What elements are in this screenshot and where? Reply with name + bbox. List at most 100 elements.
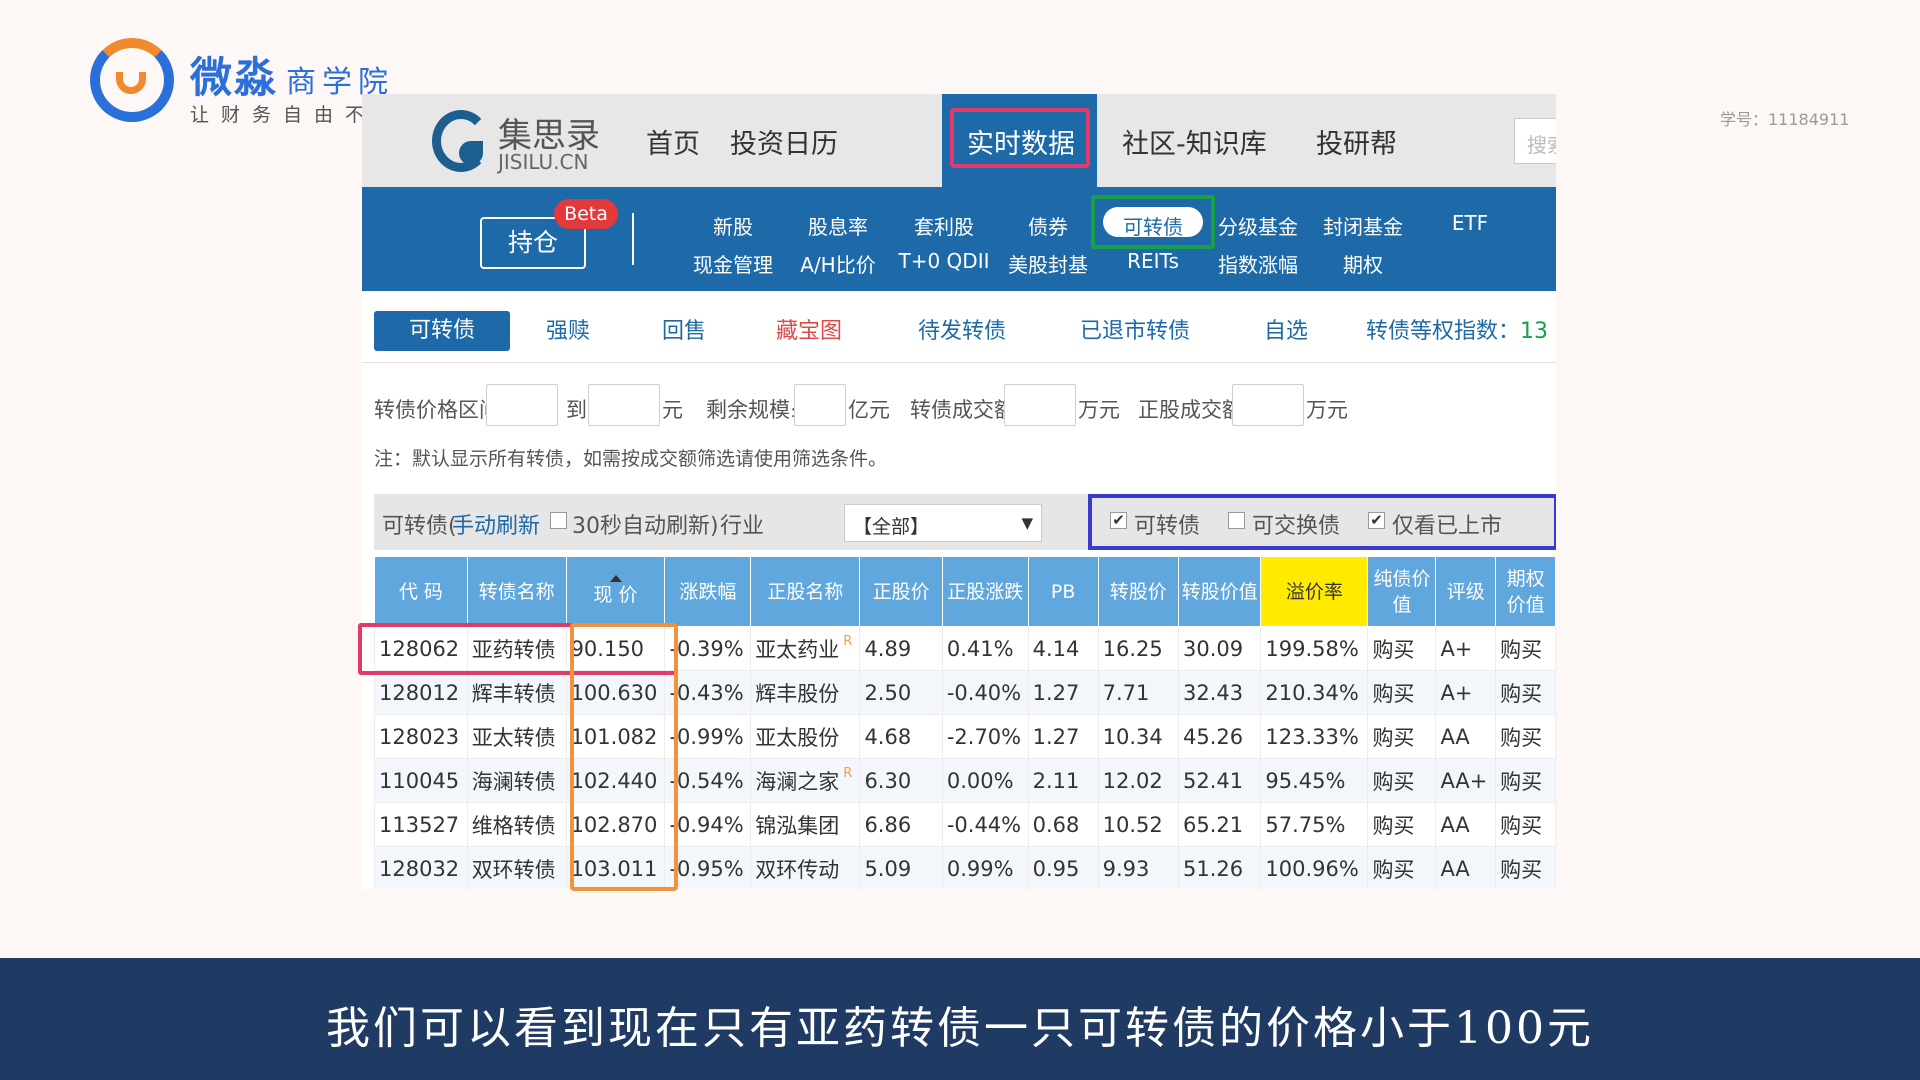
tab-treasure-map[interactable]: 藏宝图: [776, 313, 842, 345]
cell-bond-value[interactable]: 购买: [1367, 802, 1437, 847]
cell-option-value[interactable]: 购买: [1495, 802, 1556, 847]
price-unit-label: 元: [662, 398, 683, 422]
industry-select-value: 【全部】: [853, 516, 930, 538]
cell-conversion-price: 10.52: [1097, 802, 1179, 847]
price-to-label: 到: [566, 398, 587, 422]
header-bond-name[interactable]: 转债名称: [466, 556, 567, 627]
subnav-options[interactable]: 期权: [1343, 249, 1383, 278]
cell-code[interactable]: 128032: [374, 846, 468, 889]
cell-code[interactable]: 110045: [374, 758, 468, 803]
auto-refresh-checkbox[interactable]: [550, 512, 567, 529]
cell-option-value[interactable]: 购买: [1495, 626, 1556, 671]
cell-rating: AA+: [1435, 758, 1497, 803]
header-code[interactable]: 代 码: [374, 556, 468, 627]
cell-option-value[interactable]: 购买: [1495, 714, 1556, 759]
table-row: 113527 维格转债 102.870 -0.94% 锦泓集团 6.86 -0.44% 0.6…: [374, 802, 1556, 847]
subtitle-bar: 我们可以看到现在只有亚药转债一只可转债的价格小于100元: [0, 958, 1920, 1080]
cell-rating: AA: [1435, 714, 1497, 759]
cell-stock-name[interactable]: 海澜之家 R: [750, 758, 861, 803]
subnav-graded-fund[interactable]: 分级基金: [1218, 211, 1298, 240]
cell-option-value[interactable]: 购买: [1495, 846, 1556, 889]
cell-conversion-value: 45.26: [1177, 714, 1262, 759]
cell-option-value[interactable]: 购买: [1495, 670, 1556, 715]
stock-flag-badge: R: [843, 765, 853, 781]
header-conversion-price[interactable]: 转股价: [1097, 556, 1179, 627]
cell-bond-value[interactable]: 购买: [1367, 846, 1437, 889]
cell-stock-name[interactable]: 亚太药业 R: [750, 626, 861, 671]
header-change[interactable]: 涨跌幅: [664, 556, 752, 627]
price-range-label: 转债价格区间: [374, 398, 500, 422]
table-row: 110045 海澜转债 102.440 -0.54% 海澜之家 R 6.30 0.00% 2.1…: [374, 758, 1556, 803]
site-logo-domain: JISILU.CN: [498, 150, 589, 174]
header-stock-price[interactable]: 正股价: [859, 556, 943, 627]
subnav-qdii[interactable]: T+0 QDII: [899, 249, 990, 273]
price-column-highlight: [570, 623, 678, 891]
filter-highlight-box: [1088, 494, 1556, 550]
subnav-index-change[interactable]: 指数涨幅: [1218, 249, 1298, 278]
manual-refresh-link[interactable]: 手动刷新: [452, 508, 540, 540]
tab-put-back[interactable]: 回售: [662, 313, 706, 345]
price-max-input[interactable]: [588, 384, 660, 426]
header-pb[interactable]: PB: [1027, 556, 1099, 627]
cell-code[interactable]: 113527: [374, 802, 468, 847]
subnav-dividend-yield[interactable]: 股息率: [808, 211, 868, 240]
header-price[interactable]: 现 价: [565, 556, 666, 627]
cell-stock-price: 6.86: [859, 802, 943, 847]
nav-realtime-data[interactable]: 实时数据: [967, 122, 1075, 161]
cell-pb: 1.27: [1027, 670, 1099, 715]
stock-turnover-label: 正股成交额: [1138, 398, 1243, 422]
cell-code[interactable]: 128012: [374, 670, 468, 715]
cell-bond-value[interactable]: 购买: [1367, 758, 1437, 803]
nav-home[interactable]: 首页: [646, 122, 700, 161]
header-stock-change[interactable]: 正股涨跌: [941, 556, 1029, 627]
subnav-bonds[interactable]: 债券: [1028, 211, 1068, 240]
cell-option-value[interactable]: 购买: [1495, 758, 1556, 803]
price-min-input[interactable]: [486, 384, 558, 426]
cell-conversion-price: 7.71: [1097, 670, 1179, 715]
cell-bond-value[interactable]: 购买: [1367, 714, 1437, 759]
tab-equal-weight-index[interactable]: 转债等权指数：13: [1366, 313, 1548, 345]
site-logo[interactable]: 集思录 JISILU.CN: [432, 106, 612, 176]
filter-note: 注：默认显示所有转债，如需按成交额筛选请使用筛选条件。: [374, 448, 888, 470]
subnav-us-closed-fund[interactable]: 美股封基: [1008, 249, 1088, 278]
tab-delisted[interactable]: 已退市转债: [1080, 313, 1190, 345]
cell-code[interactable]: 128023: [374, 714, 468, 759]
subnav-etf[interactable]: ETF: [1452, 211, 1488, 235]
tab-convertible[interactable]: 可转债: [374, 311, 510, 351]
cell-stock-name[interactable]: 双环传动: [750, 846, 861, 889]
cell-rating: AA: [1435, 846, 1497, 889]
industry-select[interactable]: 【全部】 ▼: [844, 504, 1042, 542]
subnav-convertible[interactable]: 可转债: [1123, 211, 1183, 240]
nav-community[interactable]: 社区-知识库: [1122, 122, 1267, 161]
search-input[interactable]: 搜索: [1514, 118, 1556, 164]
header-option-value[interactable]: 期权价值: [1495, 556, 1556, 627]
subnav-cash-management[interactable]: 现金管理: [693, 249, 773, 278]
tab-pending-issue[interactable]: 待发转债: [918, 313, 1006, 345]
subnav-closed-fund[interactable]: 封闭基金: [1323, 211, 1403, 240]
convertible-bond-table: 代 码 转债名称 现 价 涨跌幅 正股名称 正股价 正股涨跌 PB 转股价 转股…: [374, 556, 1556, 889]
cell-stock-name[interactable]: 锦泓集团: [750, 802, 861, 847]
cell-stock-name[interactable]: 辉丰股份: [750, 670, 861, 715]
cell-conversion-price: 16.25: [1097, 626, 1179, 671]
nav-investment-calendar[interactable]: 投资日历: [730, 122, 838, 161]
header-stock-name[interactable]: 正股名称: [750, 556, 861, 627]
cell-bond-value[interactable]: 购买: [1367, 626, 1437, 671]
remaining-scale-input[interactable]: [794, 384, 846, 426]
stock-flag-badge: R: [843, 633, 853, 649]
cb-turnover-input[interactable]: [1004, 384, 1076, 426]
chevron-down-icon: ▼: [1021, 514, 1033, 532]
cell-bond-value[interactable]: 购买: [1367, 670, 1437, 715]
subnav-ah-ratio[interactable]: A/H比价: [800, 249, 875, 278]
header-conversion-value[interactable]: 转股价值: [1177, 556, 1262, 627]
tab-forced-redemption[interactable]: 强赎: [546, 313, 590, 345]
nav-research[interactable]: 投研帮: [1316, 122, 1397, 161]
cell-stock-name[interactable]: 亚太股份: [750, 714, 861, 759]
stock-turnover-input[interactable]: [1232, 384, 1304, 426]
header-premium-rate[interactable]: 溢价率: [1260, 556, 1369, 627]
header-bond-value[interactable]: 纯债价值: [1367, 556, 1437, 627]
header-rating[interactable]: 评级: [1435, 556, 1497, 627]
subnav-ipo[interactable]: 新股: [713, 211, 753, 240]
tab-watchlist[interactable]: 自选: [1264, 313, 1308, 345]
subnav-arbitrage[interactable]: 套利股: [914, 211, 974, 240]
subnav-reits[interactable]: REITs: [1127, 249, 1179, 273]
